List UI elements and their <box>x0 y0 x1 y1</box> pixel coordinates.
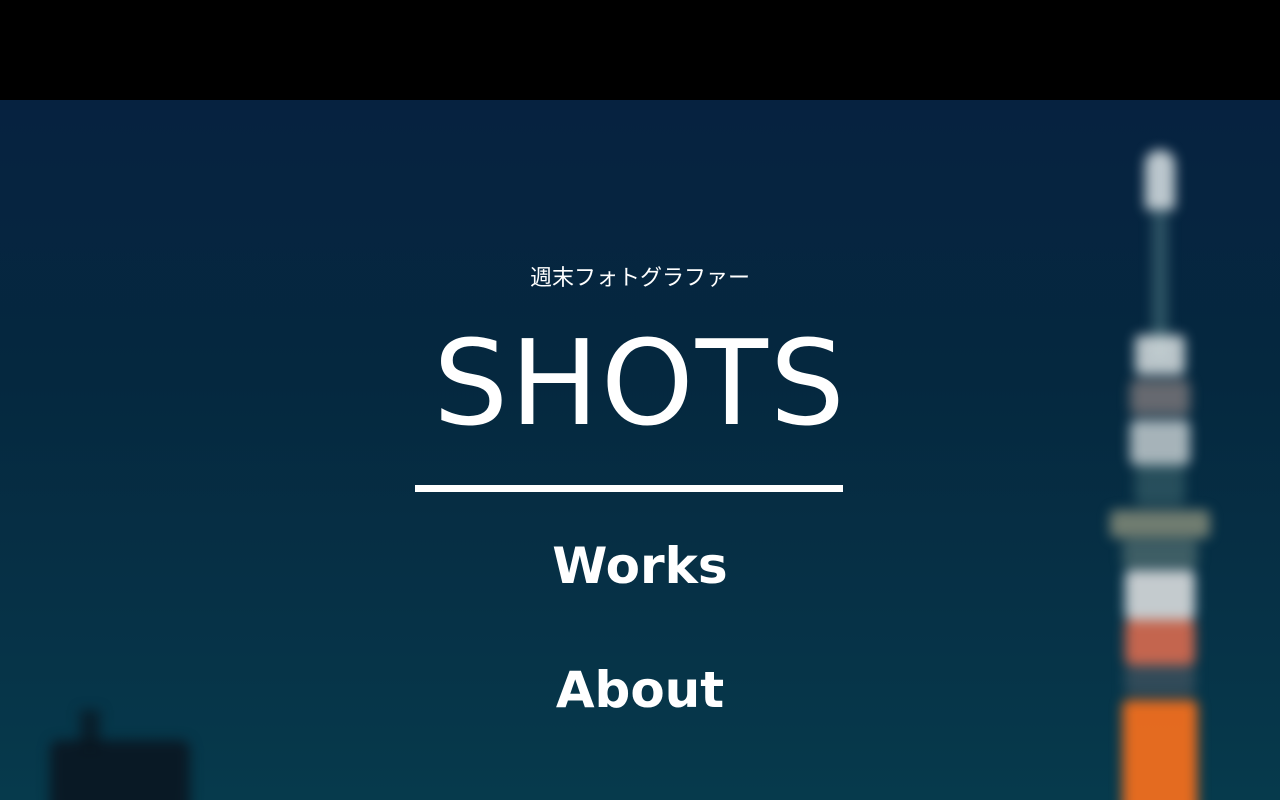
site-title[interactable]: SHOTS <box>0 313 1280 453</box>
nav-link-works[interactable]: Works <box>0 537 1280 595</box>
hero-content: 週末フォトグラファー SHOTS Works About <box>0 100 1280 800</box>
site-subtitle: 週末フォトグラファー <box>529 266 750 291</box>
top-black-bar <box>0 0 1280 100</box>
title-divider <box>415 485 843 492</box>
nav-link-about[interactable]: About <box>0 661 1280 719</box>
